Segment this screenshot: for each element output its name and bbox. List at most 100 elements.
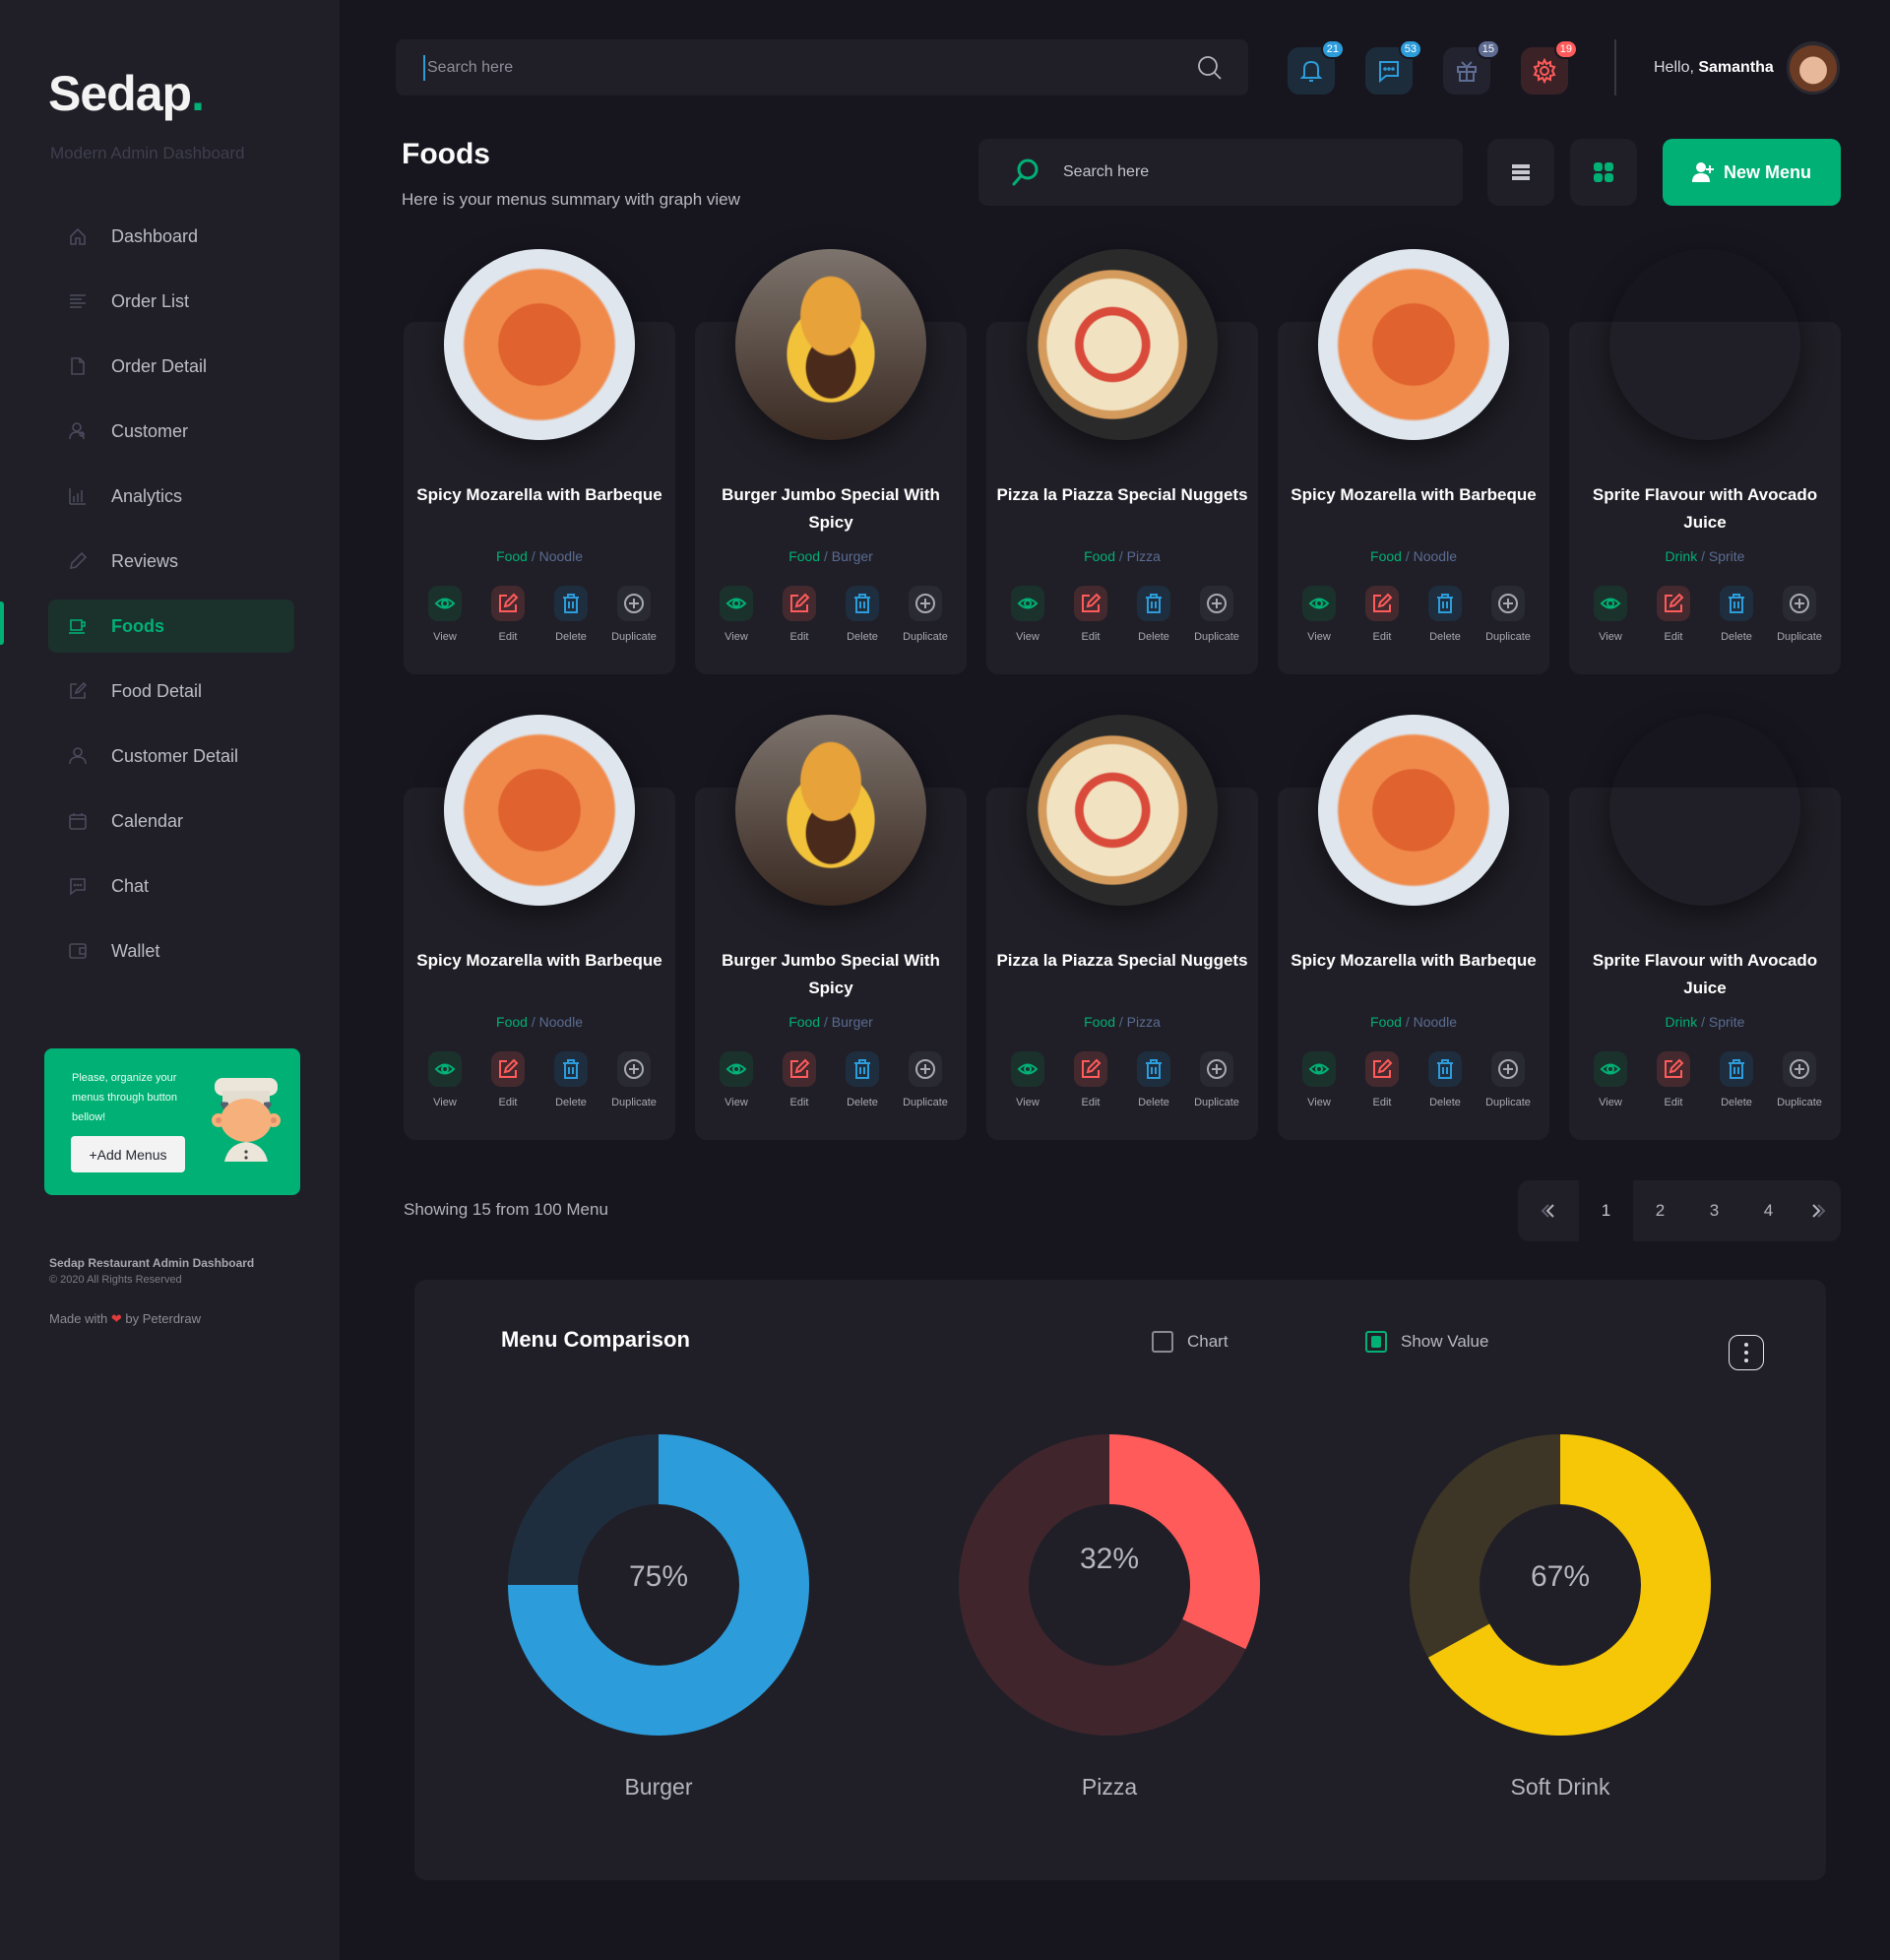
edit-button[interactable]: Edit (1351, 586, 1414, 643)
edit-icon[interactable] (1074, 1051, 1107, 1087)
sidebar-item-customer-detail[interactable]: Customer Detail (48, 729, 294, 783)
food-image[interactable] (1609, 249, 1800, 440)
food-image[interactable] (1027, 249, 1218, 440)
edit-button[interactable]: Edit (768, 1051, 831, 1108)
page-4[interactable]: 4 (1741, 1180, 1796, 1241)
food-title[interactable]: Pizza la Piazza Special Nuggets (996, 481, 1248, 509)
more-vertical-icon[interactable] (1729, 1335, 1764, 1370)
delete-button[interactable]: Delete (1705, 586, 1768, 643)
trash-icon[interactable] (1428, 586, 1462, 621)
plus-circle-icon[interactable] (1200, 1051, 1233, 1087)
view-button[interactable]: View (413, 586, 476, 643)
chart-checkbox[interactable]: Chart (1152, 1331, 1228, 1353)
delete-button[interactable]: Delete (1122, 1051, 1185, 1108)
duplicate-button[interactable]: Duplicate (602, 586, 665, 643)
chevron-double-right-icon[interactable] (1796, 1180, 1841, 1241)
edit-icon[interactable] (1074, 586, 1107, 621)
food-image[interactable] (1027, 715, 1218, 906)
food-card[interactable]: Spicy Mozarella with Barbeque Food / Nood… (404, 715, 675, 1140)
eye-icon[interactable] (1594, 1051, 1627, 1087)
edit-button[interactable]: Edit (1059, 586, 1122, 643)
sidebar-item-order-list[interactable]: Order List (48, 275, 294, 328)
sidebar-item-reviews[interactable]: Reviews (48, 535, 294, 588)
gear-button[interactable]: 19 (1521, 39, 1578, 95)
view-button[interactable]: View (996, 586, 1059, 643)
food-card[interactable]: Sprite Flavour with Avocado Juice Drink /… (1569, 322, 1841, 674)
delete-button[interactable]: Delete (1122, 586, 1185, 643)
delete-button[interactable]: Delete (831, 1051, 894, 1108)
duplicate-button[interactable]: Duplicate (894, 1051, 957, 1108)
show-value-checkbox[interactable]: Show Value (1365, 1331, 1488, 1353)
view-button[interactable]: View (705, 586, 768, 643)
trash-icon[interactable] (554, 586, 588, 621)
gift-button[interactable]: 15 (1443, 39, 1500, 95)
food-card[interactable]: Pizza la Piazza Special Nuggets Food / Pi… (986, 249, 1258, 674)
food-title[interactable]: Pizza la Piazza Special Nuggets (996, 947, 1248, 975)
trash-icon[interactable] (554, 1051, 588, 1087)
food-image[interactable] (1318, 249, 1509, 440)
delete-button[interactable]: Delete (1705, 1051, 1768, 1108)
sidebar-item-analytics[interactable]: Analytics (48, 470, 294, 523)
sidebar-item-foods[interactable]: Foods (48, 600, 294, 653)
list-view-button[interactable] (1487, 139, 1554, 206)
plus-circle-icon[interactable] (909, 1051, 942, 1087)
page-2[interactable]: 2 (1633, 1180, 1687, 1241)
food-card[interactable]: Burger Jumbo Special With Spicy Food / Bu… (695, 249, 967, 674)
view-button[interactable]: View (996, 1051, 1059, 1108)
trash-icon[interactable] (846, 586, 879, 621)
eye-icon[interactable] (1011, 586, 1044, 621)
eye-icon[interactable] (720, 1051, 753, 1087)
sidebar-item-wallet[interactable]: Wallet (48, 924, 294, 978)
view-button[interactable]: View (705, 1051, 768, 1108)
plus-circle-icon[interactable] (1200, 586, 1233, 621)
sidebar-item-chat[interactable]: Chat (48, 859, 294, 913)
edit-icon[interactable] (783, 586, 816, 621)
edit-icon[interactable] (1365, 586, 1399, 621)
delete-button[interactable]: Delete (539, 586, 602, 643)
chevron-double-left-icon[interactable] (1518, 1180, 1579, 1241)
top-search-input[interactable] (423, 54, 1195, 81)
duplicate-button[interactable]: Duplicate (1477, 586, 1540, 643)
duplicate-button[interactable]: Duplicate (1185, 586, 1248, 643)
eye-icon[interactable] (1302, 1051, 1336, 1087)
logo[interactable]: Sedap. (48, 65, 205, 122)
add-menus-button[interactable]: +Add Menus (71, 1136, 185, 1172)
view-button[interactable]: View (1579, 1051, 1642, 1108)
delete-button[interactable]: Delete (831, 586, 894, 643)
plus-circle-icon[interactable] (909, 586, 942, 621)
duplicate-button[interactable]: Duplicate (602, 1051, 665, 1108)
food-title[interactable]: Spicy Mozarella with Barbeque (413, 481, 665, 509)
trash-icon[interactable] (1428, 1051, 1462, 1087)
food-title[interactable]: Sprite Flavour with Avocado Juice (1579, 481, 1831, 537)
food-card[interactable]: Spicy Mozarella with Barbeque Food / Nood… (1278, 249, 1549, 674)
edit-button[interactable]: Edit (1351, 1051, 1414, 1108)
food-title[interactable]: Spicy Mozarella with Barbeque (1288, 481, 1540, 509)
view-button[interactable]: View (1579, 586, 1642, 643)
avatar[interactable] (1787, 41, 1840, 95)
plus-circle-icon[interactable] (1783, 1051, 1816, 1087)
edit-button[interactable]: Edit (476, 1051, 539, 1108)
delete-button[interactable]: Delete (1414, 1051, 1477, 1108)
edit-button[interactable]: Edit (1642, 1051, 1705, 1108)
view-button[interactable]: View (413, 1051, 476, 1108)
eye-icon[interactable] (1302, 586, 1336, 621)
checkbox-box[interactable] (1152, 1331, 1173, 1353)
food-image[interactable] (444, 715, 635, 906)
chat-button[interactable]: 53 (1365, 39, 1422, 95)
plus-circle-icon[interactable] (617, 1051, 651, 1087)
food-image[interactable] (444, 249, 635, 440)
plus-circle-icon[interactable] (617, 586, 651, 621)
edit-icon[interactable] (491, 1051, 525, 1087)
edit-icon[interactable] (491, 586, 525, 621)
grid-view-button[interactable] (1570, 139, 1637, 206)
eye-icon[interactable] (428, 1051, 462, 1087)
sidebar-item-customer[interactable]: Customer (48, 405, 294, 458)
trash-icon[interactable] (1720, 1051, 1753, 1087)
food-card[interactable]: Spicy Mozarella with Barbeque Food / Nood… (404, 249, 675, 674)
eye-icon[interactable] (1594, 586, 1627, 621)
food-title[interactable]: Sprite Flavour with Avocado Juice (1579, 947, 1831, 1002)
duplicate-button[interactable]: Duplicate (1477, 1051, 1540, 1108)
duplicate-button[interactable]: Duplicate (894, 586, 957, 643)
food-image[interactable] (1318, 715, 1509, 906)
new-menu-button[interactable]: New Menu (1663, 139, 1841, 206)
